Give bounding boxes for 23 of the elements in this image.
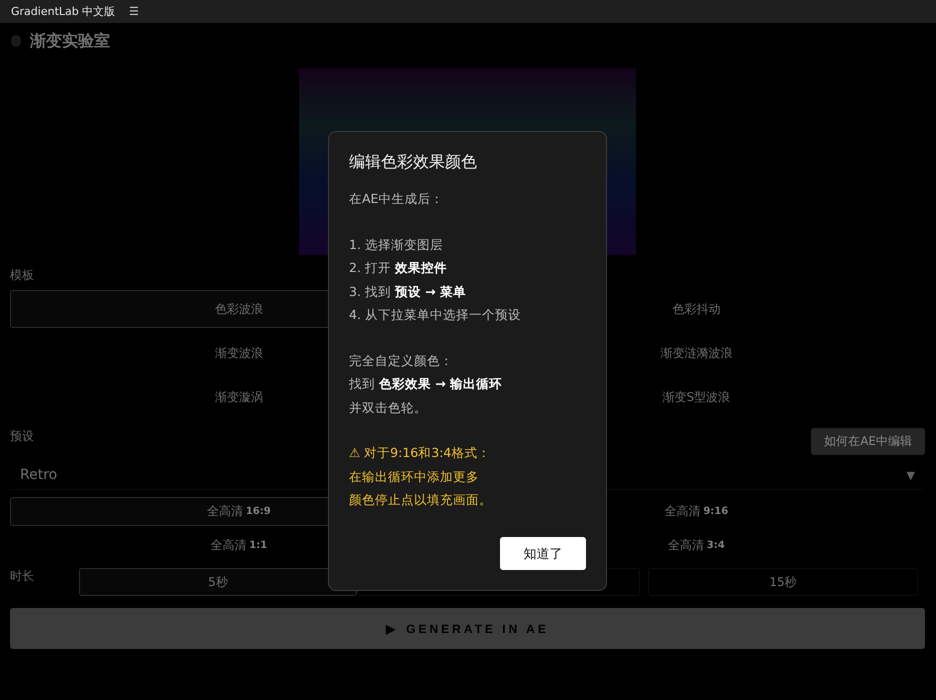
- format-option[interactable]: 全高清 1:1: [10, 531, 468, 560]
- menu-button[interactable]: ☰: [129, 5, 140, 18]
- ok-button[interactable]: 知道了: [500, 537, 586, 570]
- instruction-text: 找到 色彩效果 → 输出循环: [349, 375, 504, 393]
- instruction-text: 并双击色轮。: [349, 398, 428, 416]
- warning-text: 在输出循环中添加更多: [349, 468, 480, 486]
- select-value: Retro: [20, 467, 58, 483]
- duration-option[interactable]: 15秒: [648, 568, 918, 596]
- duration-option[interactable]: 5秒: [79, 568, 357, 596]
- dropdown-arrow: ▼: [906, 468, 915, 482]
- instruction-text: 1. 选择渐变图层: [349, 236, 444, 254]
- instruction-text: 2. 打开 效果控件: [349, 259, 448, 277]
- page-title: 渐变实验室: [30, 30, 110, 52]
- help-button[interactable]: 如何在AE中编辑: [811, 428, 925, 455]
- app-title: GradientLab 中文版: [11, 4, 116, 19]
- template-option[interactable]: 渐变涟漪波浪: [468, 334, 925, 372]
- section-label: 时长: [10, 568, 35, 585]
- instruction-text: 在AE中生成后：: [349, 190, 444, 208]
- warning-text: ⚠ 对于9:16和3:4格式：: [349, 444, 492, 462]
- dialog-title: 编辑色彩效果颜色: [349, 152, 478, 173]
- section-label: 模板: [10, 267, 34, 284]
- instruction-text: 完全自定义颜色：: [349, 352, 454, 370]
- section-label: 预设: [10, 428, 34, 445]
